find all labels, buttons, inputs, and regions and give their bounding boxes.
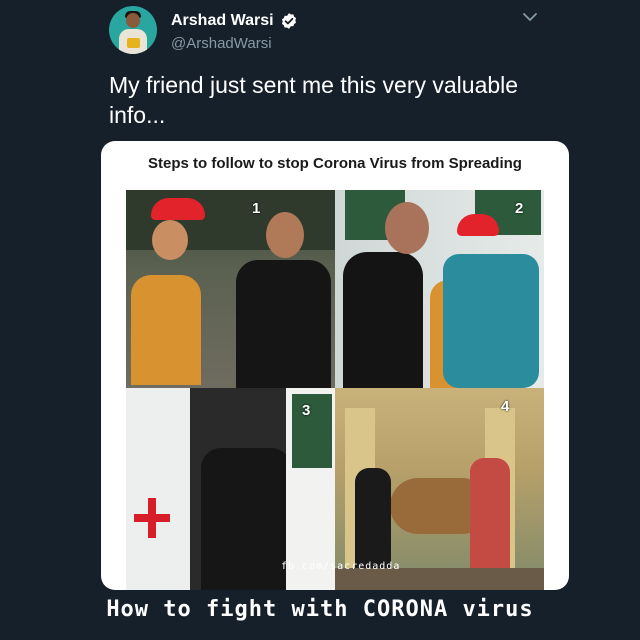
panel-4-man-right xyxy=(470,458,510,568)
image-watermark: fb.com/sacredadda xyxy=(281,561,401,572)
panel-3-red-cross-horizontal xyxy=(134,514,170,522)
chevron-down-icon[interactable] xyxy=(521,10,539,24)
panel-1-number: 1 xyxy=(252,200,261,217)
author-handle[interactable]: @ArshadWarsi xyxy=(171,35,272,52)
panel-2-man-face xyxy=(385,202,429,254)
author-avatar[interactable] xyxy=(109,6,157,54)
author-name[interactable]: Arshad Warsi xyxy=(171,12,274,30)
panel-2-blue-backpack xyxy=(443,254,539,388)
panel-3-number: 3 xyxy=(302,402,311,419)
panel-3-ambulance-door xyxy=(126,388,190,590)
panel-2-number: 2 xyxy=(515,200,524,217)
meme-panel-2: 2 xyxy=(335,190,544,388)
panel-1-man-floral-shirt xyxy=(131,275,201,385)
panel-4-number: 4 xyxy=(501,398,510,415)
panel-1-man-black-shirt xyxy=(236,260,331,388)
panel-3-ambulance-window xyxy=(292,394,332,468)
meme-panel-3: 3 xyxy=(126,388,335,590)
meme-panel-1: 1 xyxy=(126,190,335,388)
tweet-text: My friend just sent me this very valuabl… xyxy=(109,72,519,128)
avatar-badge xyxy=(127,38,140,48)
meme-panel-4: 4 xyxy=(335,388,544,590)
panel-1-man-face-2 xyxy=(266,212,304,258)
panel-2-red-cap xyxy=(457,214,499,236)
verified-badge-icon xyxy=(281,13,296,29)
panel-1-man-face xyxy=(152,220,188,260)
avatar-face xyxy=(126,13,140,28)
image-title: Steps to follow to stop Corona Virus fro… xyxy=(148,155,522,172)
tweet-image-card[interactable]: Steps to follow to stop Corona Virus fro… xyxy=(101,141,569,590)
panel-2-man-black-shirt xyxy=(343,252,423,388)
panel-1-red-cap xyxy=(151,198,205,220)
meme-caption: How to fight with CORONA virus xyxy=(106,597,534,622)
panel-4-man-left xyxy=(355,468,391,568)
panel-3-man-black-shirt xyxy=(201,448,291,590)
author-name-row: Arshad Warsi xyxy=(171,12,298,30)
